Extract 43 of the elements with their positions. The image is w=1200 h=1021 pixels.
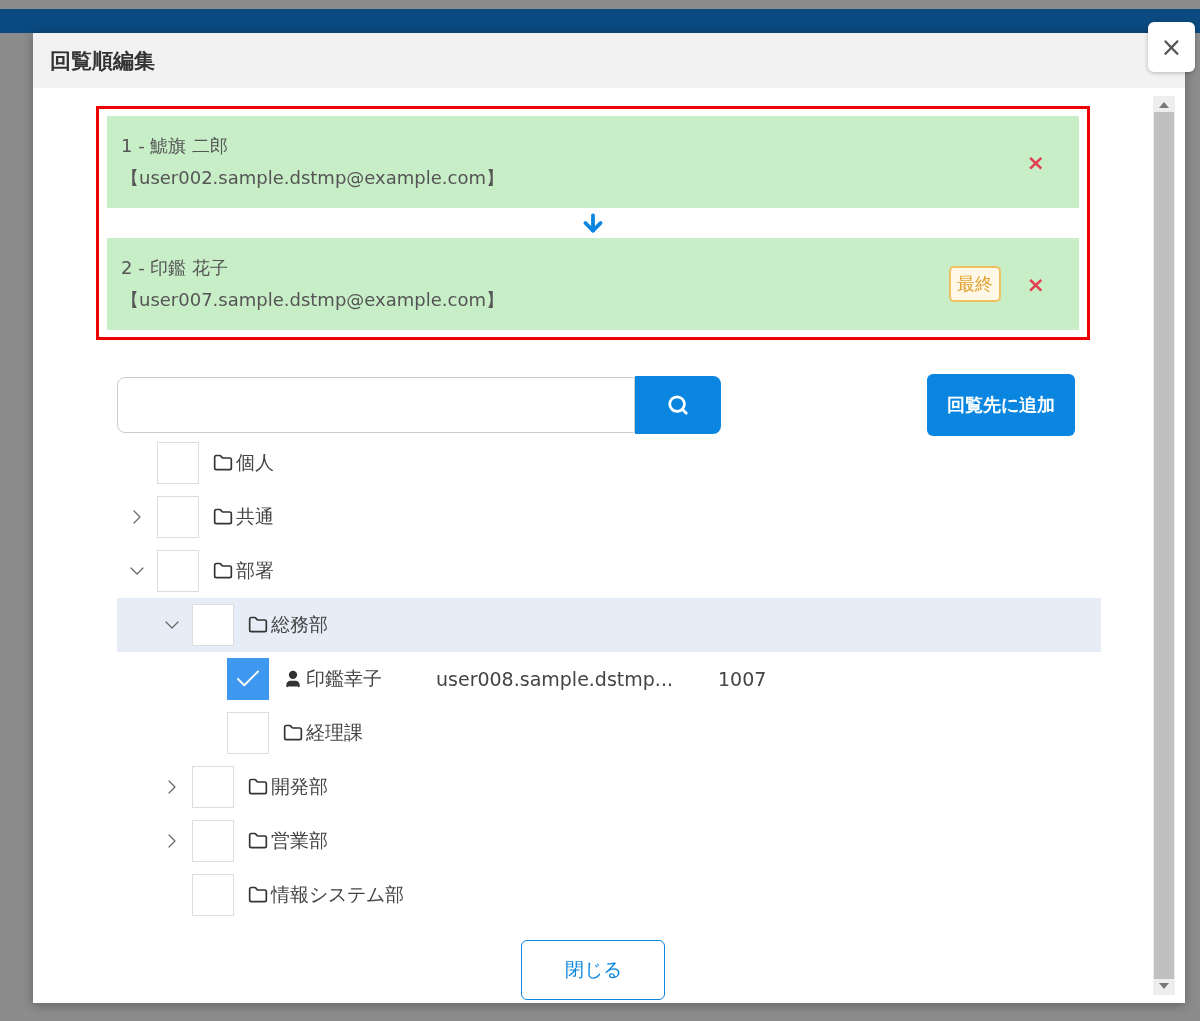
folder-icon [248,831,268,851]
tree-label: 印鑑幸子 [306,666,382,691]
checkbox[interactable] [227,658,269,700]
tree-label: 経理課 [306,720,363,745]
search-icon [667,394,689,416]
tree-row[interactable]: 総務部 [117,598,1101,652]
folder-icon [213,507,233,527]
user-email: user008.sample.dstmp... [436,668,674,690]
tree-row[interactable]: 印鑑幸子 user008.sample.dstmp... 1007 [117,652,1101,706]
tree-label: 個人 [236,450,274,475]
user-code: 1007 [718,668,767,690]
folder-icon [248,885,268,905]
folder-icon [213,561,233,581]
scrollbar[interactable] [1153,96,1175,995]
folder-icon [248,777,268,797]
tree-label: 部署 [236,558,274,583]
tree-row[interactable]: 経理課 [117,706,1101,760]
tree-label: 総務部 [271,612,328,637]
route-email: 【user002.sample.dstmp@example.com】 [121,166,505,190]
user-icon [283,669,303,689]
final-badge: 最終 [948,266,1001,302]
tree-row[interactable]: 部署 [117,544,1101,598]
tree-label: 情報システム部 [271,882,404,907]
tree-row[interactable]: 営業部 [117,814,1101,868]
add-button[interactable]: 回覧先に追加 [927,374,1075,436]
close-button[interactable]: × [1148,22,1195,72]
search-field[interactable] [117,377,635,433]
search-button[interactable] [635,376,721,434]
close-dialog-button[interactable]: 閉じる [521,940,665,1000]
route-name: 2 - 印鑑 花子 [121,256,230,280]
tree-row[interactable]: 共通 [117,490,1101,544]
tree-label: 営業部 [271,828,328,853]
tree-label: 共通 [236,504,274,529]
folder-icon [248,615,268,635]
tree-row[interactable]: 情報システム部 [117,868,1101,922]
tree-row[interactable]: 個人 [117,436,1101,490]
folder-icon [283,723,303,743]
tree-label: 開発部 [271,774,328,799]
folder-icon [213,453,233,473]
dialog-title: 回覧順編集 [50,47,155,75]
route-email: 【user007.sample.dstmp@example.com】 [121,288,505,312]
tree-row[interactable]: 開発部 [117,760,1101,814]
route-name: 1 - 鯱旗 二郎 [121,134,230,158]
